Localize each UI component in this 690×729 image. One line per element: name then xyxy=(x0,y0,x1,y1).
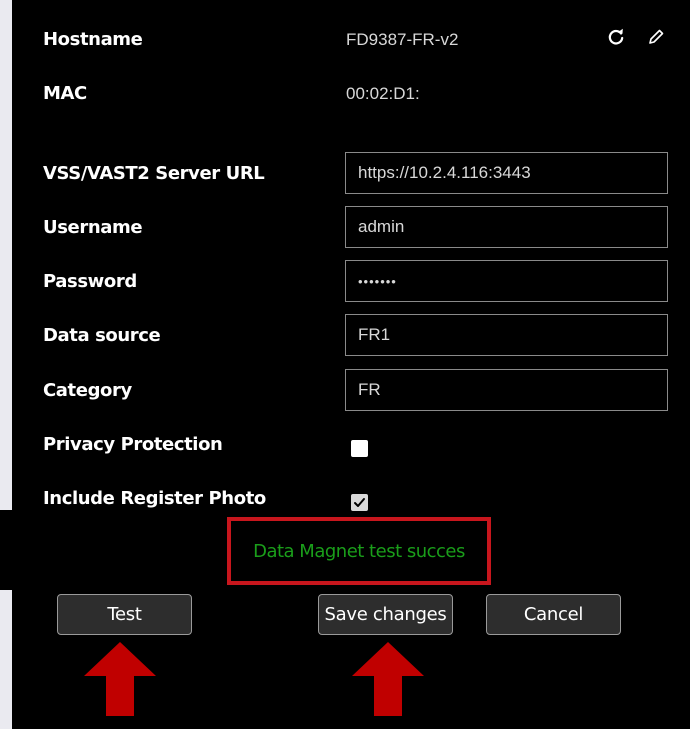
password-label: Password xyxy=(43,271,137,292)
username-input[interactable]: admin xyxy=(345,206,668,248)
include-register-photo-label: Include Register Photo xyxy=(43,488,266,509)
test-button[interactable]: Test xyxy=(57,594,192,635)
pencil-icon[interactable] xyxy=(645,26,667,48)
test-status-message: Data Magnet test succes xyxy=(253,540,465,562)
server-url-input[interactable]: https://10.2.4.116:3443 xyxy=(345,152,668,194)
hostname-label: Hostname xyxy=(43,29,143,50)
mac-redaction xyxy=(437,79,605,107)
include-register-photo-checkbox[interactable] xyxy=(351,494,368,511)
checkmark-icon xyxy=(354,498,365,507)
status-highlight-box: Data Magnet test succes xyxy=(227,517,491,585)
refresh-icon[interactable] xyxy=(605,26,627,48)
privacy-protection-label: Privacy Protection xyxy=(43,434,223,455)
data-source-label: Data source xyxy=(43,325,161,346)
category-label: Category xyxy=(43,380,132,401)
data-source-input[interactable]: FR1 xyxy=(345,314,668,356)
category-input[interactable]: FR xyxy=(345,369,668,411)
mac-value: 00:02:D1: xyxy=(346,84,420,103)
mac-label: MAC xyxy=(43,83,87,104)
password-input[interactable]: ••••••• xyxy=(345,260,668,302)
hostname-value: FD9387-FR-v2 xyxy=(346,30,459,49)
arrow-up-icon xyxy=(352,642,424,716)
page-margin xyxy=(0,590,12,729)
server-url-label: VSS/VAST2 Server URL xyxy=(43,163,265,184)
privacy-protection-checkbox[interactable] xyxy=(351,440,368,457)
arrow-up-icon xyxy=(84,642,156,716)
save-changes-button[interactable]: Save changes xyxy=(318,594,453,635)
username-label: Username xyxy=(43,217,143,238)
cancel-button[interactable]: Cancel xyxy=(486,594,621,635)
